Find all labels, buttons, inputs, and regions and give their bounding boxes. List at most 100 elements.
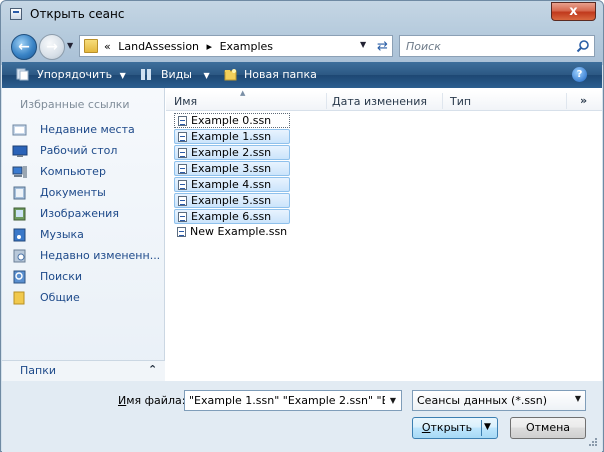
new-folder-button[interactable]: Новая папка bbox=[244, 68, 317, 81]
computer-icon bbox=[12, 166, 27, 178]
file-list[interactable]: Имя ▲ Дата изменения Тип » Example 0.ssn… bbox=[166, 88, 602, 381]
address-row: ← → ▼ « LandAssession ▸ Examples ▼ ⇄ Пои… bbox=[1, 28, 603, 62]
ssn-file-icon bbox=[178, 196, 187, 206]
back-button[interactable]: ← bbox=[11, 34, 37, 60]
open-session-dialog: Открыть сеанс x ← → ▼ « LandAssession ▸ … bbox=[0, 0, 604, 452]
favorite-links-title: Избранные ссылки bbox=[20, 98, 130, 111]
filename-value: "Example 1.ssn" "Example 2.ssn" "Examp bbox=[189, 394, 402, 407]
more-columns-button[interactable]: » bbox=[580, 94, 587, 107]
file-item-example-5[interactable]: Example 5.ssn bbox=[174, 193, 290, 208]
file-name: Example 3.ssn bbox=[191, 162, 272, 175]
dialog-footer: Имя файла: "Example 1.ssn" "Example 2.ss… bbox=[2, 381, 602, 452]
file-item-example-4[interactable]: Example 4.ssn bbox=[174, 177, 290, 192]
file-item-new-example[interactable]: New Example.ssn bbox=[174, 225, 290, 240]
chevron-down-icon: ▼ bbox=[119, 71, 126, 80]
resize-grip-icon[interactable] bbox=[588, 437, 598, 447]
open-button[interactable]: Открыть bbox=[413, 418, 481, 438]
file-name: Example 2.ssn bbox=[191, 146, 272, 159]
filename-label: Имя файла: bbox=[118, 394, 185, 407]
column-divider[interactable] bbox=[566, 93, 567, 109]
sidebar-item-music[interactable]: Музыка bbox=[12, 225, 162, 245]
filename-label-mnemonic: И bbox=[118, 394, 127, 407]
sidebar-item-label: Поиски bbox=[40, 270, 82, 283]
column-headers: Имя ▲ Дата изменения Тип » bbox=[166, 89, 602, 111]
filetype-value: Сеансы данных (*.ssn) bbox=[417, 394, 548, 407]
app-icon bbox=[10, 8, 22, 20]
open-mnemonic: О bbox=[421, 421, 431, 434]
ssn-file-icon bbox=[178, 212, 187, 222]
navigation-pane: Избранные ссылки Недавние места Рабочий … bbox=[2, 88, 165, 381]
column-header-name[interactable]: Имя bbox=[174, 95, 197, 108]
filename-label-text: мя файла: bbox=[126, 394, 186, 407]
breadcrumb-separator[interactable]: ▸ bbox=[207, 40, 213, 53]
chevron-up-icon: ⌃ bbox=[148, 363, 158, 376]
content-area: Избранные ссылки Недавние места Рабочий … bbox=[2, 88, 602, 381]
split-divider bbox=[481, 420, 482, 436]
folders-toggle[interactable]: Папки ⌃ bbox=[2, 360, 165, 381]
breadcrumb: « LandAssession ▸ Examples bbox=[104, 40, 277, 53]
sidebar-item-desktop[interactable]: Рабочий стол bbox=[12, 141, 162, 161]
sidebar-item-label: Музыка bbox=[40, 228, 84, 241]
column-divider[interactable] bbox=[326, 93, 327, 109]
sidebar-item-label: Документы bbox=[40, 186, 106, 199]
views-button[interactable]: Виды ▼ bbox=[161, 68, 210, 81]
filetype-select[interactable]: Сеансы данных (*.ssn) ▼ bbox=[412, 390, 586, 411]
filename-dropdown[interactable]: ▼ bbox=[385, 391, 401, 410]
file-name: Example 0.ssn bbox=[191, 114, 272, 127]
sidebar-item-recently-changed[interactable]: Недавно измененн... bbox=[12, 246, 162, 266]
search-icon[interactable] bbox=[576, 39, 590, 53]
pictures-icon bbox=[13, 207, 26, 221]
breadcrumb-overflow[interactable]: « bbox=[104, 40, 111, 53]
close-button[interactable]: x bbox=[551, 2, 596, 21]
file-item-example-0[interactable]: Example 0.ssn bbox=[174, 113, 290, 128]
organize-icon bbox=[16, 68, 29, 81]
organize-label: Упорядочить bbox=[37, 68, 113, 81]
folders-label: Папки bbox=[20, 364, 56, 377]
sidebar-item-searches[interactable]: Поиски bbox=[12, 267, 162, 287]
sidebar-item-label: Общие bbox=[40, 291, 80, 304]
address-bar[interactable]: « LandAssession ▸ Examples ▼ ⇄ bbox=[79, 35, 393, 57]
sidebar-item-documents[interactable]: Документы bbox=[12, 183, 162, 203]
chevron-down-icon: ▼ bbox=[574, 394, 581, 403]
ssn-file-icon bbox=[178, 116, 187, 126]
search-input[interactable]: Поиск bbox=[399, 35, 595, 57]
cancel-button[interactable]: Отмена bbox=[510, 417, 586, 439]
sidebar-item-recent-places[interactable]: Недавние места bbox=[12, 120, 162, 140]
filename-input[interactable]: "Example 1.ssn" "Example 2.ssn" "Examp ▼ bbox=[184, 390, 402, 411]
open-split-button: Открыть ▼ bbox=[412, 417, 498, 439]
breadcrumb-item-examples[interactable]: Examples bbox=[220, 40, 273, 53]
address-dropdown[interactable]: ▼ bbox=[360, 40, 366, 49]
file-name: Example 6.ssn bbox=[191, 210, 272, 223]
open-options-button[interactable]: ▼ bbox=[484, 422, 491, 432]
sidebar-item-label: Недавние места bbox=[40, 123, 135, 136]
views-icon bbox=[141, 69, 151, 80]
column-header-date[interactable]: Дата изменения bbox=[332, 95, 427, 108]
search-placeholder: Поиск bbox=[406, 40, 441, 53]
sidebar-item-pictures[interactable]: Изображения bbox=[12, 204, 162, 224]
column-divider[interactable] bbox=[442, 93, 443, 109]
organize-button[interactable]: Упорядочить ▼ bbox=[37, 68, 126, 81]
file-item-example-2[interactable]: Example 2.ssn bbox=[174, 145, 290, 160]
file-item-example-3[interactable]: Example 3.ssn bbox=[174, 161, 290, 176]
window-title: Открыть сеанс bbox=[30, 7, 125, 21]
new-folder-icon bbox=[224, 69, 237, 81]
breadcrumb-item-landassession[interactable]: LandAssession bbox=[118, 40, 199, 53]
sidebar-item-label: Недавно измененн... bbox=[40, 249, 161, 262]
file-item-example-1[interactable]: Example 1.ssn bbox=[174, 129, 290, 144]
sidebar-item-public[interactable]: Общие bbox=[12, 288, 162, 308]
sidebar-item-label: Компьютер bbox=[40, 165, 106, 178]
folder-icon bbox=[84, 39, 98, 53]
file-name: Example 4.ssn bbox=[191, 178, 272, 191]
column-header-type[interactable]: Тип bbox=[450, 95, 471, 108]
help-icon[interactable]: ? bbox=[572, 67, 587, 82]
ssn-file-icon bbox=[178, 132, 187, 142]
refresh-button[interactable]: ⇄ bbox=[377, 39, 388, 54]
sidebar-item-computer[interactable]: Компьютер bbox=[12, 162, 162, 182]
recent-pages-dropdown[interactable]: ▼ bbox=[67, 41, 73, 50]
ssn-file-icon bbox=[178, 148, 187, 158]
ssn-file-icon bbox=[178, 164, 187, 174]
music-icon bbox=[13, 228, 26, 242]
recent-places-icon bbox=[12, 124, 27, 136]
file-item-example-6[interactable]: Example 6.ssn bbox=[174, 209, 290, 224]
forward-button[interactable]: → bbox=[39, 34, 65, 60]
